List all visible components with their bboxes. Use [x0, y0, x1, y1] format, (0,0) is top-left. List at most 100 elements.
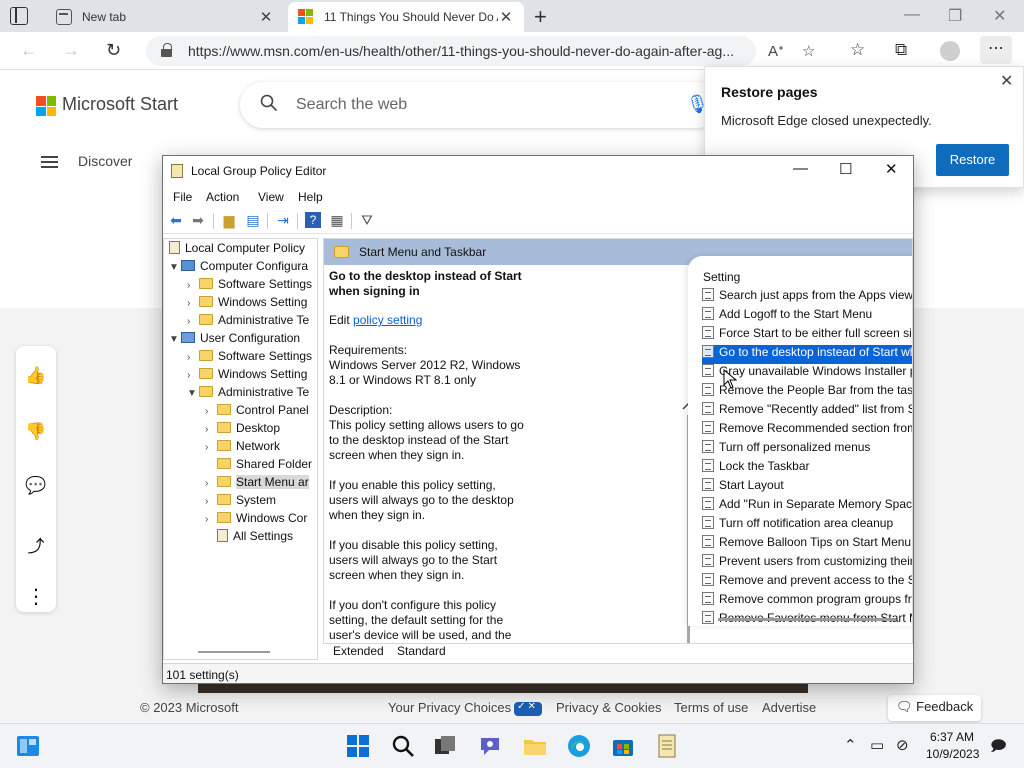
tree-node-windows-settings[interactable]: › Windows Setting — [187, 367, 307, 385]
setting-row[interactable]: Add Logoff to the Start Menu — [702, 307, 912, 326]
setting-column-header[interactable]: Setting — [703, 270, 740, 284]
read-aloud-icon[interactable]: Aᐩ — [768, 42, 784, 60]
collapsed-chevron-icon[interactable]: › — [187, 316, 199, 327]
widgets-icon[interactable] — [16, 734, 40, 758]
forward-arrow-icon[interactable]: → — [62, 40, 80, 61]
url-text[interactable]: https://www.msn.com/en-us/health/other/1… — [188, 43, 738, 59]
tree-node-local-computer-policy[interactable]: Local Computer Policy — [169, 241, 305, 259]
setting-label[interactable]: Lock the Taskbar — [719, 459, 810, 473]
tree-node-system[interactable]: › System — [205, 493, 276, 511]
restore-window-icon[interactable]: ❐ — [948, 6, 962, 26]
setting-row[interactable]: Lock the Taskbar — [702, 459, 912, 478]
setting-label[interactable]: Turn off notification area cleanup — [719, 516, 893, 530]
gpe-title-bar[interactable]: Local Group Policy Editor — ☐ ✕ — [163, 156, 913, 186]
microsoft-logo-icon[interactable] — [36, 96, 56, 116]
search-icon[interactable] — [391, 734, 415, 758]
settings-more-icon[interactable]: ⋯ — [980, 36, 1012, 64]
favorites-icon[interactable]: ☆ — [850, 40, 865, 60]
privacy-cookies-link[interactable]: Privacy & Cookies — [556, 700, 661, 715]
volume-settings-icon[interactable]: ⊘ — [896, 736, 909, 754]
collapsed-chevron-icon[interactable]: › — [187, 298, 199, 309]
refresh-icon[interactable]: ↻ — [106, 40, 121, 61]
setting-label[interactable]: Add "Run in Separate Memory Space" check… — [719, 497, 912, 511]
tree-node-user-configuration[interactable]: ▼ User Configuration — [169, 331, 300, 349]
tree-node-start-menu-taskbar[interactable]: › Start Menu ar — [205, 475, 309, 493]
microsoft-store-icon[interactable] — [611, 734, 635, 758]
close-icon[interactable]: ✕ — [1000, 71, 1013, 91]
setting-label[interactable]: Remove and prevent access to the Shut Do… — [719, 573, 912, 587]
file-explorer-icon[interactable] — [523, 734, 547, 758]
setting-row[interactable]: Search just apps from the Apps view — [702, 288, 912, 307]
tree-node-shared-folders[interactable]: Shared Folder — [205, 457, 312, 475]
tree-node-network[interactable]: › Network — [205, 439, 280, 457]
advertise-link[interactable]: Advertise — [762, 700, 816, 715]
expanded-chevron-icon[interactable]: ▼ — [169, 262, 181, 273]
show-hide-tree-icon[interactable]: ▤ — [245, 212, 261, 228]
setting-label[interactable]: Start Layout — [719, 478, 784, 492]
teams-chat-icon[interactable] — [478, 734, 502, 758]
menu-help[interactable]: Help — [298, 190, 323, 204]
add-favorite-icon[interactable]: ☆ — [802, 42, 815, 60]
setting-row[interactable]: Remove common program groups from Start … — [702, 592, 912, 611]
msn-brand[interactable]: Microsoft Start — [62, 94, 178, 115]
setting-row[interactable]: Go to the desktop instead of Start when … — [702, 345, 912, 364]
expanded-chevron-icon[interactable]: ▼ — [169, 334, 181, 345]
tree-node-windows-settings[interactable]: › Windows Setting — [187, 295, 307, 313]
properties-icon[interactable]: ▦ — [329, 212, 345, 228]
setting-label[interactable]: Remove common program groups from Start … — [719, 592, 912, 606]
start-button-icon[interactable] — [346, 734, 370, 758]
edit-policy-setting-link[interactable]: policy setting — [353, 313, 422, 327]
collapsed-chevron-icon[interactable]: › — [187, 370, 199, 381]
clock-date[interactable]: 10/9/2023 — [926, 746, 979, 763]
setting-label[interactable]: Remove Balloon Tips on Start Menu items — [719, 535, 912, 549]
close-icon[interactable]: ✕ — [885, 160, 898, 178]
search-placeholder[interactable]: Search the web — [296, 96, 407, 114]
expanded-chevron-icon[interactable]: ▼ — [187, 388, 199, 399]
setting-label[interactable]: Go to the desktop instead of Start when … — [719, 345, 912, 359]
hamburger-menu-icon[interactable] — [41, 156, 58, 168]
setting-label[interactable]: Remove the People Bar from the taskbar — [719, 383, 912, 397]
up-folder-icon[interactable]: ▆ — [221, 212, 237, 228]
setting-row[interactable]: Remove and prevent access to the Shut Do… — [702, 573, 912, 592]
network-monitor-icon[interactable]: ▭ — [870, 736, 884, 754]
collapsed-chevron-icon[interactable]: › — [205, 406, 217, 417]
task-view-icon[interactable] — [433, 734, 457, 758]
tab-new-tab[interactable]: New tab ✕ — [46, 2, 284, 32]
collapsed-chevron-icon[interactable]: › — [187, 352, 199, 363]
setting-label[interactable]: Prevent users from customizing their Sta… — [719, 554, 912, 568]
discover-link[interactable]: Discover — [78, 153, 132, 169]
menu-action[interactable]: Action — [206, 190, 239, 204]
close-window-icon[interactable]: ✕ — [993, 6, 1006, 26]
setting-row[interactable]: Add "Run in Separate Memory Space" check… — [702, 497, 912, 516]
setting-row[interactable]: Remove Recommended section from Start Me… — [702, 421, 912, 440]
tab-extended[interactable]: Extended — [333, 644, 384, 658]
profile-avatar[interactable] — [940, 41, 960, 61]
setting-row[interactable]: Turn off personalized menus — [702, 440, 912, 459]
system-clock[interactable]: 6:37 AM 10/9/2023 — [926, 729, 979, 763]
collapsed-chevron-icon[interactable]: › — [205, 496, 217, 507]
setting-row[interactable]: Prevent users from customizing their Sta… — [702, 554, 912, 573]
export-list-icon[interactable]: ⇥ — [275, 212, 291, 228]
tree-node-control-panel[interactable]: › Control Panel — [205, 403, 309, 421]
share-icon[interactable]: ⤴ — [16, 532, 56, 557]
privacy-choices-link[interactable]: Your Privacy Choices — [388, 700, 543, 716]
minimize-icon[interactable]: — — [793, 160, 808, 177]
setting-label[interactable]: Remove "Recently added" list from Start … — [719, 402, 912, 416]
setting-label[interactable]: Search just apps from the Apps view — [719, 288, 912, 302]
msn-search-box[interactable]: Search the web 🎙 — [240, 82, 720, 128]
tab-msn-article[interactable]: 11 Things You Should Never Do Again Afte… — [288, 2, 524, 32]
feedback-label[interactable]: Feedback — [916, 699, 973, 714]
setting-label[interactable]: Remove Recommended section from Start Me… — [719, 421, 912, 435]
minimize-window-icon[interactable]: — — [904, 6, 920, 24]
setting-row[interactable]: Turn off notification area cleanup — [702, 516, 912, 535]
settings-horizontal-scrollbar[interactable] — [718, 618, 896, 621]
more-options-icon[interactable]: ⋮ — [16, 584, 56, 609]
tree-node-software-settings[interactable]: › Software Settings — [187, 277, 312, 295]
back-arrow-icon[interactable]: ⬅ — [168, 212, 184, 228]
maximize-icon[interactable]: ☐ — [839, 160, 852, 178]
menu-file[interactable]: File — [173, 190, 192, 204]
collapsed-chevron-icon[interactable]: › — [187, 280, 199, 291]
collapsed-chevron-icon[interactable]: › — [205, 442, 217, 453]
forward-arrow-icon[interactable]: ➡ — [190, 212, 206, 228]
clock-time[interactable]: 6:37 AM — [926, 729, 978, 746]
